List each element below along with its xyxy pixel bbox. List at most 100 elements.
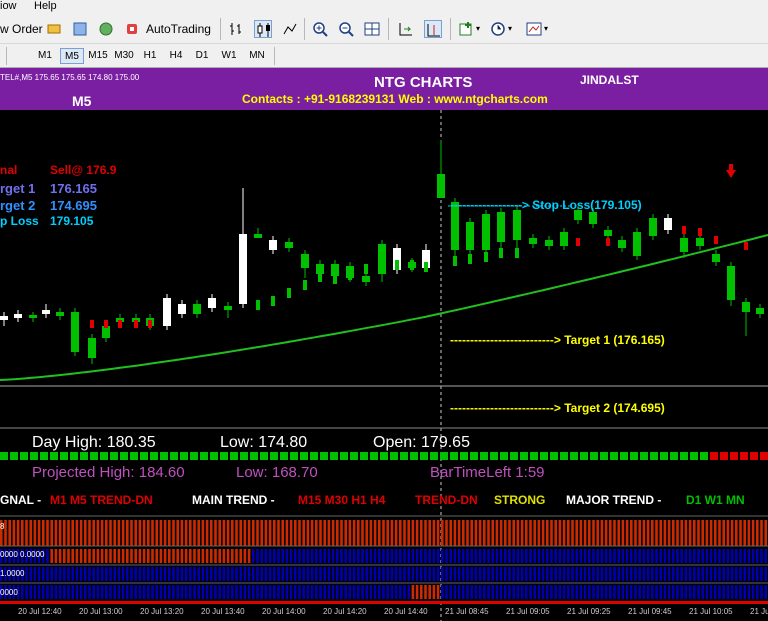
indicator-bar xyxy=(436,549,440,563)
candle-body xyxy=(649,218,657,236)
indicator-bar xyxy=(756,549,759,563)
zoom-in-icon[interactable] xyxy=(312,21,330,39)
indicator-bar xyxy=(79,549,83,563)
indicator-bar xyxy=(529,549,532,563)
indicator-bar xyxy=(764,585,767,599)
autotrading-button[interactable]: AutoTrading xyxy=(146,22,211,36)
candle-body xyxy=(529,238,537,244)
indicator-bar xyxy=(684,567,688,581)
trend-strip-square xyxy=(150,452,158,460)
tf-h1[interactable]: H1 xyxy=(138,48,162,64)
history-icon[interactable] xyxy=(72,21,90,39)
indicator-bar xyxy=(562,520,566,546)
autotrading-icon[interactable] xyxy=(124,21,142,39)
chart-candle-icon[interactable] xyxy=(254,20,272,38)
shift-icon[interactable] xyxy=(424,20,442,38)
indicator-bar xyxy=(252,567,255,581)
indicator-bar xyxy=(487,549,490,563)
tf-m5[interactable]: M5 xyxy=(60,48,84,64)
indicators-icon[interactable] xyxy=(458,21,476,39)
indicator-bar xyxy=(688,549,692,563)
indicator-bar xyxy=(180,520,184,546)
indicator-bar xyxy=(470,585,473,599)
tf-w1[interactable]: W1 xyxy=(216,48,242,64)
tile-icon[interactable] xyxy=(364,21,382,39)
trend-strip-square xyxy=(630,452,638,460)
zoom-out-icon[interactable] xyxy=(338,21,356,39)
signal-marker xyxy=(499,248,503,258)
indicator-bar xyxy=(516,520,520,546)
indicator-bar xyxy=(134,549,137,563)
timeframes-toolbar: M1 M5 M15 M30 H1 H4 D1 W1 MN xyxy=(0,44,768,68)
tf-d1[interactable]: D1 xyxy=(190,48,214,64)
indicator-bar xyxy=(159,567,163,581)
signal-marker xyxy=(484,252,488,262)
indicator-bar xyxy=(369,585,373,599)
indicator-bar xyxy=(281,567,284,581)
candle-body xyxy=(0,316,8,320)
tf-m1[interactable]: M1 xyxy=(34,48,56,64)
indicator-bar xyxy=(289,520,293,546)
trend-strip-square xyxy=(390,452,398,460)
trend-strip-square xyxy=(40,452,48,460)
indicator-bar xyxy=(537,585,541,599)
new-order-button[interactable]: w Order xyxy=(0,22,43,36)
signal-marker xyxy=(698,228,702,236)
indicator-bar xyxy=(394,585,398,599)
chevron-down-icon[interactable]: ▾ xyxy=(508,24,512,33)
chart-bar-icon[interactable] xyxy=(228,21,246,39)
autoscroll-icon[interactable] xyxy=(398,21,416,39)
templates-icon[interactable] xyxy=(526,21,544,39)
indicator-bar xyxy=(323,585,326,599)
candle-body xyxy=(285,242,293,248)
indicator-bar xyxy=(67,520,70,546)
indicator-bar xyxy=(541,549,545,563)
trend-strip-square xyxy=(250,452,258,460)
indicator-bar xyxy=(298,585,301,599)
chevron-down-icon[interactable]: ▾ xyxy=(544,24,548,33)
indicator-bar xyxy=(268,549,272,563)
indicator-bar xyxy=(617,585,620,599)
indicator-bar xyxy=(268,520,272,546)
indicator-bar xyxy=(508,585,511,599)
indicator-bar xyxy=(625,549,629,563)
indicator-bar xyxy=(252,520,255,546)
menu-item-window[interactable]: iow xyxy=(0,0,17,12)
tf-mn[interactable]: MN xyxy=(244,48,270,64)
indicator-bar xyxy=(310,567,314,581)
indicator-bar xyxy=(306,585,310,599)
indicator-bar xyxy=(100,549,104,563)
indicator-bar xyxy=(100,567,104,581)
time-axis-label: 20 Jul 12:40 xyxy=(18,607,62,616)
periods-icon[interactable] xyxy=(490,21,508,39)
signal-marker xyxy=(364,264,368,274)
indicator-bar xyxy=(504,549,507,563)
indicator-bar xyxy=(327,585,331,599)
indicator-bar xyxy=(751,567,755,581)
chevron-down-icon[interactable]: ▾ xyxy=(476,24,480,33)
indicator-bar xyxy=(344,520,347,546)
indicator-bar xyxy=(163,585,167,599)
globe-icon[interactable] xyxy=(98,21,116,39)
indicator-bar xyxy=(138,549,142,563)
chart-line-icon[interactable] xyxy=(282,21,300,39)
trend-strip-square xyxy=(110,452,118,460)
tf-h4[interactable]: H4 xyxy=(164,48,188,64)
indicator-bar xyxy=(411,520,415,546)
candle-body xyxy=(696,238,704,246)
indicator-bar xyxy=(466,549,469,563)
trend-strip-square xyxy=(70,452,78,460)
order-icon[interactable] xyxy=(46,21,64,39)
indicator-bar xyxy=(373,585,377,599)
indicator-bar xyxy=(277,549,280,563)
menu-item-help[interactable]: Help xyxy=(34,0,57,12)
indicator-bar xyxy=(92,549,95,563)
indicator-bar xyxy=(718,585,721,599)
indicator-bar xyxy=(310,585,314,599)
indicator-bar xyxy=(651,585,654,599)
indicator-bar xyxy=(348,520,352,546)
tf-m30[interactable]: M30 xyxy=(112,48,136,64)
tf-m15[interactable]: M15 xyxy=(86,48,110,64)
indicator-bar xyxy=(407,549,410,563)
chart-window[interactable]: TEL#,M5 175.65 175.65 174.80 175.00 M5 N… xyxy=(0,68,768,621)
